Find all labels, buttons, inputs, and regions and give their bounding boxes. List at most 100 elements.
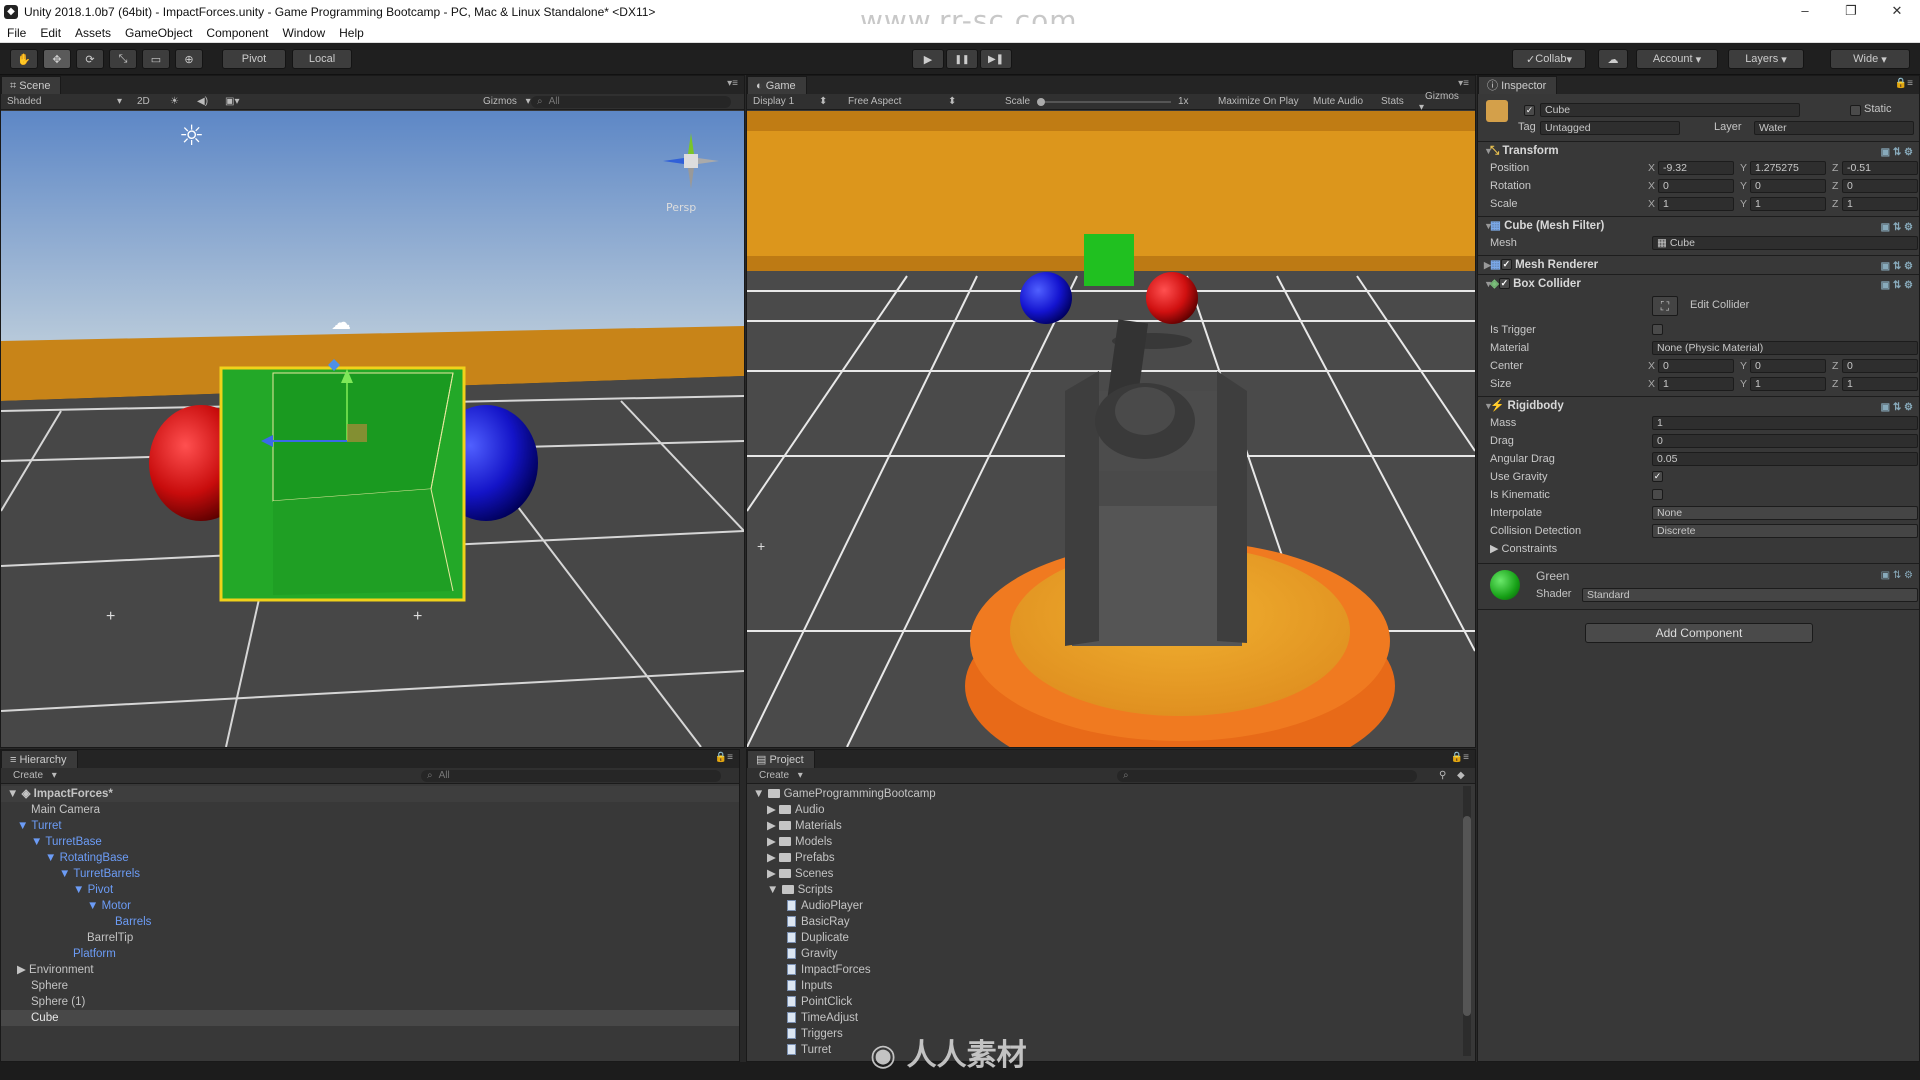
edit-collider-button[interactable]: ⛶ bbox=[1652, 296, 1678, 316]
rotate-tool-icon[interactable]: ⟳ bbox=[76, 49, 104, 69]
constraints-foldout[interactable]: ▶ Constraints bbox=[1490, 541, 1557, 557]
component-settings-icon[interactable]: ▣ ⇅ ⚙ bbox=[1881, 144, 1913, 162]
lighting-toggle-icon[interactable]: ☀ bbox=[164, 96, 185, 107]
shading-dropdown[interactable]: Shaded bbox=[1, 96, 47, 107]
stats-toggle[interactable]: Stats bbox=[1375, 96, 1410, 107]
hierarchy-item[interactable]: Sphere bbox=[1, 978, 739, 994]
position-z-field[interactable]: -0.51 bbox=[1842, 161, 1918, 175]
box-collider-checkbox[interactable]: ✓ bbox=[1498, 278, 1510, 290]
effects-toggle-icon[interactable]: ▣▾ bbox=[219, 96, 245, 107]
project-scrollbar-thumb[interactable] bbox=[1463, 816, 1471, 1016]
component-settings-icon[interactable]: ▣ ⇅ ⚙ bbox=[1881, 219, 1913, 237]
mass-field[interactable]: 1 bbox=[1652, 416, 1918, 430]
panel-menu-icon[interactable]: ▾≡ bbox=[727, 78, 738, 89]
menu-assets[interactable]: Assets bbox=[68, 26, 118, 40]
cloud-icon[interactable]: ☁ bbox=[1598, 49, 1628, 69]
component-settings-icon[interactable]: ▣ ⇅ ⚙ bbox=[1881, 277, 1913, 295]
size-z-field[interactable]: 1 bbox=[1842, 377, 1918, 391]
transform-tool-icon[interactable]: ⊕ bbox=[175, 49, 203, 69]
is-kinematic-checkbox[interactable] bbox=[1652, 489, 1663, 500]
audio-toggle-icon[interactable]: ◀) bbox=[191, 96, 214, 107]
close-button[interactable]: ✕ bbox=[1874, 0, 1920, 24]
hierarchy-create-dropdown[interactable]: Create ▾ bbox=[1, 770, 63, 781]
hierarchy-item[interactable]: ▼ TurretBase bbox=[1, 834, 739, 850]
project-folder[interactable]: ▶ Scenes bbox=[747, 866, 1459, 882]
mesh-renderer-header[interactable]: ▶▦ ✓ Mesh Renderer ▣ ⇅ ⚙ bbox=[1478, 256, 1919, 274]
menu-component[interactable]: Component bbox=[199, 26, 275, 40]
project-scrollbar[interactable] bbox=[1463, 786, 1471, 1056]
hierarchy-item[interactable]: Platform bbox=[1, 946, 739, 962]
layer-dropdown[interactable]: Water bbox=[1754, 121, 1914, 135]
scale-z-field[interactable]: 1 bbox=[1842, 197, 1918, 211]
rotation-y-field[interactable]: 0 bbox=[1750, 179, 1826, 193]
static-checkbox[interactable] bbox=[1850, 105, 1861, 116]
project-create-dropdown[interactable]: Create ▾ bbox=[747, 770, 809, 781]
script-item[interactable]: TimeAdjust bbox=[747, 1010, 1459, 1026]
mute-audio-toggle[interactable]: Mute Audio bbox=[1307, 96, 1369, 107]
filter-type-icon[interactable]: ⚲ bbox=[1433, 770, 1452, 781]
drag-field[interactable]: 0 bbox=[1652, 434, 1918, 448]
account-dropdown[interactable]: Account ▾ bbox=[1636, 49, 1718, 69]
position-x-field[interactable]: -9.32 bbox=[1658, 161, 1734, 175]
tab-scene[interactable]: ⌗ Scene bbox=[1, 76, 62, 94]
hierarchy-item[interactable]: ▼ TurretBarrels bbox=[1, 866, 739, 882]
tab-game[interactable]: ◐ Game bbox=[747, 76, 807, 94]
project-menu-icon[interactable]: 🔒≡ bbox=[1451, 752, 1469, 763]
minimize-button[interactable]: – bbox=[1782, 0, 1828, 24]
menu-file[interactable]: File bbox=[0, 26, 33, 40]
layers-dropdown[interactable]: Layers ▾ bbox=[1728, 49, 1804, 69]
tab-inspector[interactable]: ⓘ Inspector bbox=[1478, 76, 1558, 94]
play-button[interactable]: ▶ bbox=[912, 49, 944, 69]
scene-root-item[interactable]: ▼ ◈ ImpactForces* bbox=[1, 786, 739, 802]
project-folder[interactable]: ▶ Models bbox=[747, 834, 1459, 850]
active-checkbox[interactable]: ✓ bbox=[1524, 105, 1535, 116]
project-folder[interactable]: ▼ Scripts bbox=[747, 882, 1459, 898]
mesh-renderer-checkbox[interactable]: ✓ bbox=[1500, 259, 1512, 271]
center-z-field[interactable]: 0 bbox=[1842, 359, 1918, 373]
component-settings-icon[interactable]: ▣ ⇅ ⚙ bbox=[1881, 399, 1913, 417]
project-folder[interactable]: ▶ Prefabs bbox=[747, 850, 1459, 866]
scale-x-field[interactable]: 1 bbox=[1658, 197, 1734, 211]
script-item[interactable]: Duplicate bbox=[747, 930, 1459, 946]
script-item[interactable]: BasicRay bbox=[747, 914, 1459, 930]
object-name-field[interactable]: Cube bbox=[1540, 103, 1800, 117]
center-x-field[interactable]: 0 bbox=[1658, 359, 1734, 373]
menu-window[interactable]: Window bbox=[275, 26, 332, 40]
mesh-field[interactable]: ▦ Cube bbox=[1652, 236, 1918, 250]
mode-2d-toggle[interactable]: 2D bbox=[131, 96, 156, 107]
hierarchy-search-input[interactable]: ⌕ All bbox=[421, 769, 721, 782]
script-item[interactable]: PointClick bbox=[747, 994, 1459, 1010]
display-dropdown[interactable]: Display 1 bbox=[747, 96, 800, 107]
rotation-z-field[interactable]: 0 bbox=[1842, 179, 1918, 193]
angular-drag-field[interactable]: 0.05 bbox=[1652, 452, 1918, 466]
tag-dropdown[interactable]: Untagged bbox=[1540, 121, 1680, 135]
hand-tool-icon[interactable]: ✋ bbox=[10, 49, 38, 69]
script-item[interactable]: Gravity bbox=[747, 946, 1459, 962]
scale-tool-icon[interactable]: ⤡ bbox=[109, 49, 137, 69]
transform-header[interactable]: ▼⤡ Transform ▣ ⇅ ⚙ bbox=[1478, 142, 1919, 160]
inspector-menu-icon[interactable]: 🔒≡ bbox=[1895, 78, 1913, 89]
size-y-field[interactable]: 1 bbox=[1750, 377, 1826, 391]
shader-dropdown[interactable]: Standard bbox=[1582, 588, 1918, 602]
maximize-on-play-toggle[interactable]: Maximize On Play bbox=[1212, 96, 1305, 107]
menu-help[interactable]: Help bbox=[332, 26, 371, 40]
size-x-field[interactable]: 1 bbox=[1658, 377, 1734, 391]
menu-gameobject[interactable]: GameObject bbox=[118, 26, 199, 40]
maximize-button[interactable]: ❐ bbox=[1828, 0, 1874, 24]
material-settings-icon[interactable]: ▣ ⇅ ⚙ bbox=[1881, 570, 1913, 581]
rect-tool-icon[interactable]: ▭ bbox=[142, 49, 170, 69]
pivot-toggle[interactable]: Pivot bbox=[222, 49, 286, 69]
project-folder[interactable]: ▶ Materials bbox=[747, 818, 1459, 834]
scale-slider-handle[interactable] bbox=[1037, 98, 1045, 106]
script-item[interactable]: AudioPlayer bbox=[747, 898, 1459, 914]
hierarchy-item[interactable]: BarrelTip bbox=[1, 930, 739, 946]
scene-search-input[interactable]: ⌕ All bbox=[531, 95, 731, 108]
script-item[interactable]: ImpactForces bbox=[747, 962, 1459, 978]
hierarchy-item[interactable]: ▼ Motor bbox=[1, 898, 739, 914]
use-gravity-checkbox[interactable]: ✓ bbox=[1652, 471, 1663, 482]
collision-detection-dropdown[interactable]: Discrete bbox=[1652, 524, 1918, 538]
project-search-input[interactable]: ⌕ bbox=[1117, 769, 1417, 782]
filter-label-icon[interactable]: ◆ bbox=[1451, 770, 1471, 781]
hierarchy-item[interactable]: ▼ Pivot bbox=[1, 882, 739, 898]
hierarchy-item[interactable]: Barrels bbox=[1, 914, 739, 930]
